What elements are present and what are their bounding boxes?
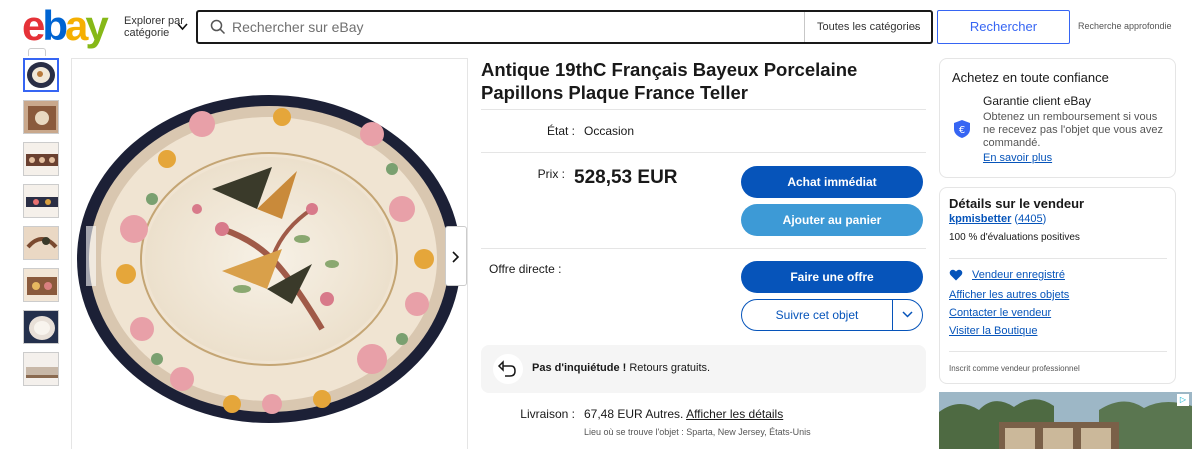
buy-with-confidence-card: Achetez en toute confiance € Garantie cl… (939, 58, 1176, 178)
guarantee-title: Garantie client eBay (983, 94, 1092, 108)
price-label: Prix : (537, 167, 565, 181)
search-input[interactable] (232, 12, 792, 42)
logo-letter-y: y (85, 2, 108, 49)
porcelain-plate-image (77, 95, 461, 423)
item-location: Lieu où se trouve l'objet : Sparta, New … (584, 427, 811, 437)
shipping-cost: 67,48 EUR Autres. (584, 407, 684, 421)
advertisement-image[interactable]: ▷ (939, 392, 1192, 449)
explore-by-category[interactable]: Explorer par catégorie (124, 15, 184, 39)
seller-info: kpmisbetter (4405) (949, 213, 1047, 225)
seller-name-link[interactable]: kpmisbetter (949, 213, 1011, 225)
etat-label: État : (546, 124, 575, 138)
thumbnail[interactable] (23, 142, 59, 176)
thumbnail[interactable] (23, 100, 59, 134)
logo-letter-b: b (42, 2, 68, 49)
livraison-label: Livraison : (520, 407, 575, 421)
ad-choices-icon[interactable]: ▷ (1177, 394, 1189, 406)
ad-photo (939, 392, 1192, 449)
offer-label: Offre directe : (489, 262, 562, 276)
watch-button-label: Suivre cet objet (775, 308, 859, 322)
heart-icon (949, 269, 963, 281)
thumbnail[interactable] (23, 268, 59, 302)
divider (949, 351, 1167, 352)
saved-seller-link[interactable]: Vendeur enregistré (972, 269, 1065, 281)
make-offer-button[interactable]: Faire une offre (741, 261, 923, 293)
search-button[interactable]: Rechercher (937, 10, 1070, 44)
chevron-down-icon[interactable] (892, 300, 922, 330)
category-select[interactable]: Toutes les catégories ⌄ (804, 12, 931, 42)
seller-card-title: Détails sur le vendeur (949, 196, 1085, 211)
confidence-title: Achetez en toute confiance (952, 70, 1109, 85)
feedback-count-link[interactable]: 4405 (1018, 213, 1042, 225)
main-product-image[interactable] (71, 58, 468, 449)
ebay-logo[interactable]: ebay (22, 2, 109, 49)
positive-feedback: 100 % d'évaluations positives (949, 232, 1080, 243)
returns-banner: Pas d'inquiétude ! Retours gratuits. (481, 345, 926, 393)
chevron-right-icon (452, 251, 460, 263)
price-value: 528,53 EUR (574, 167, 678, 188)
listing-title: Antique 19thC Français Bayeux Porcelaine… (481, 59, 858, 103)
thumbnail[interactable] (23, 226, 59, 260)
logo-letter-a: a (65, 2, 88, 49)
contact-seller-link[interactable]: Contacter le vendeur (949, 307, 1051, 319)
logo-letter-e: e (22, 2, 45, 49)
search-icon (210, 19, 226, 35)
header: ebay Explorer par catégorie Toutes les c… (0, 0, 1200, 52)
visit-store-link[interactable]: Visiter la Boutique (949, 325, 1037, 337)
guarantee-text: Obtenez un remboursement si vous ne rece… (983, 111, 1164, 149)
image-next-button[interactable] (445, 226, 467, 286)
search-bar: Toutes les catégories ⌄ (196, 10, 933, 44)
divider (481, 248, 926, 249)
thumbnail-list (23, 58, 59, 394)
chevron-down-icon: ⌄ (911, 21, 919, 31)
thumbnail[interactable] (23, 352, 59, 386)
returns-bold: Pas d'inquiétude ! (532, 362, 627, 374)
watch-button[interactable]: Suivre cet objet (741, 299, 923, 331)
professional-seller-note: Inscrit comme vendeur professionnel (949, 364, 1080, 373)
category-select-label: Toutes les catégories (817, 21, 921, 33)
divider (481, 152, 926, 153)
chevron-down-icon[interactable] (177, 20, 188, 34)
image-prev-button[interactable] (86, 226, 96, 286)
other-items-link[interactable]: Afficher les autres objets (949, 289, 1069, 301)
seller-details-card: Détails sur le vendeur kpmisbetter (4405… (939, 187, 1176, 384)
shipping-details-link[interactable]: Afficher les détails (686, 407, 783, 421)
thumbnail[interactable] (23, 184, 59, 218)
shield-euro-icon: € (954, 120, 970, 138)
thumbnail[interactable] (23, 310, 59, 344)
thumbnail[interactable] (23, 58, 59, 92)
etat-value: Occasion (584, 124, 635, 138)
advanced-search-link[interactable]: Recherche approfondie (1078, 21, 1172, 31)
svg-text:€: € (959, 125, 965, 136)
add-to-cart-button[interactable]: Ajouter au panier (741, 204, 923, 236)
divider (481, 109, 926, 110)
thumbnails-scroll-up[interactable] (28, 48, 46, 56)
livraison-value: 67,48 EUR Autres. Afficher les détails (584, 407, 783, 421)
divider (949, 258, 1167, 259)
learn-more-link[interactable]: En savoir plus (983, 152, 1052, 164)
returns-icon (493, 354, 523, 384)
returns-detail: Retours gratuits. (626, 362, 711, 374)
buy-now-button[interactable]: Achat immédiat (741, 166, 923, 198)
returns-text: Pas d'inquiétude ! Retours gratuits. (532, 362, 710, 374)
